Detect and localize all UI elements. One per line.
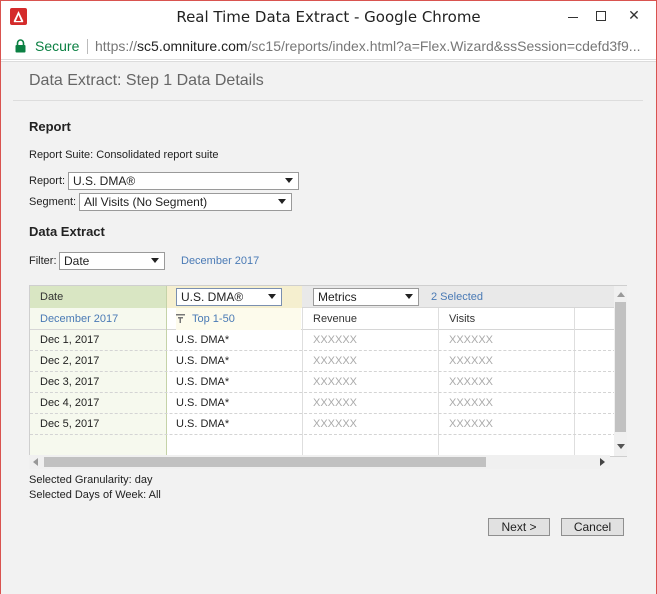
revenue-cell: XXXXXX (313, 334, 358, 346)
grid-subheader-row: December 2017 Top 1-50 Revenue Visits (30, 308, 616, 330)
browser-window: Real Time Data Extract - Google Chrome ✕… (0, 0, 657, 594)
filter-icon (176, 314, 185, 324)
secure-label: Secure (35, 38, 80, 54)
date-cell: Dec 4, 2017 (40, 397, 100, 409)
data-grid: Date U.S. DMA® Metrics 2 Selected Decemb… (29, 285, 627, 457)
scroll-left-icon[interactable] (33, 458, 38, 466)
grid-header-row: Date U.S. DMA® Metrics 2 Selected (30, 286, 616, 308)
date-column-header: Date (30, 286, 166, 308)
scroll-down-icon[interactable] (617, 444, 625, 449)
chevron-down-icon (278, 199, 286, 204)
chevron-down-icon (268, 294, 276, 299)
minimize-icon (568, 17, 578, 18)
dma-cell: U.S. DMA* (176, 334, 230, 346)
segment-select-value: All Visits (No Segment) (84, 195, 208, 209)
vertical-scroll-thumb[interactable] (615, 302, 626, 432)
dma-cell: U.S. DMA* (176, 355, 230, 367)
minimize-button[interactable] (558, 3, 588, 29)
visits-cell: XXXXXX (449, 355, 494, 367)
table-row: Dec 2, 2017 U.S. DMA* XXXXXX XXXXXX (30, 351, 616, 372)
report-label: Report: (29, 175, 66, 187)
date-cell: Dec 3, 2017 (40, 376, 100, 388)
revenue-column-header: Revenue (313, 313, 358, 325)
date-period-header: December 2017 (40, 313, 119, 325)
metrics-select-value: Metrics (318, 290, 357, 304)
date-cell: Dec 2, 2017 (40, 355, 100, 367)
revenue-cell: XXXXXX (313, 418, 358, 430)
maximize-icon (596, 11, 606, 21)
visits-column-header: Visits (449, 313, 476, 325)
close-button[interactable]: ✕ (614, 3, 654, 29)
days-of-week-info: Selected Days of Week: All (29, 489, 161, 501)
close-icon: ✕ (628, 7, 640, 23)
visits-cell: XXXXXX (449, 397, 494, 409)
vertical-scrollbar[interactable] (614, 286, 627, 456)
url-path: /sc15/reports/index.html?a=Flex.Wizard&s… (247, 38, 641, 54)
chevron-down-icon (151, 258, 159, 263)
chevron-down-icon (285, 178, 293, 183)
date-cell: Dec 1, 2017 (40, 334, 100, 346)
scroll-right-icon[interactable] (600, 458, 605, 466)
url-host: sc5.omniture.com (137, 38, 248, 54)
cancel-button[interactable]: Cancel (561, 518, 624, 536)
url-scheme: https:// (95, 38, 138, 54)
title-bar: Real Time Data Extract - Google Chrome ✕ (1, 1, 656, 33)
report-heading: Report (29, 119, 71, 134)
metrics-select[interactable]: Metrics (313, 288, 419, 306)
filter-select[interactable]: Date (59, 252, 165, 270)
scroll-up-icon[interactable] (617, 292, 625, 297)
filter-period-link[interactable]: December 2017 (181, 255, 259, 267)
url-text[interactable]: https://sc5.omniture.com/sc15/reports/in… (95, 38, 655, 54)
revenue-cell: XXXXXX (313, 355, 358, 367)
maximize-button[interactable] (586, 3, 616, 29)
dma-cell: U.S. DMA* (176, 418, 230, 430)
revenue-cell: XXXXXX (313, 376, 358, 388)
dimension-column-header: U.S. DMA® (166, 286, 302, 308)
dma-cell: U.S. DMA* (176, 397, 230, 409)
table-row: Dec 3, 2017 U.S. DMA* XXXXXX XXXXXX (30, 372, 616, 393)
visits-cell: XXXXXX (449, 334, 494, 346)
metrics-selected-link[interactable]: 2 Selected (431, 291, 483, 303)
segment-label: Segment: (29, 196, 77, 208)
filter-label: Filter: (29, 255, 57, 267)
revenue-cell: XXXXXX (313, 397, 358, 409)
chevron-down-icon (405, 294, 413, 299)
granularity-info: Selected Granularity: day (29, 474, 153, 486)
report-suite-label: Report Suite: Consolidated report suite (29, 149, 219, 161)
horizontal-scrollbar[interactable] (29, 455, 610, 469)
dialog-content: Data Extract: Step 1 Data Details Report… (1, 61, 656, 594)
dma-cell: U.S. DMA* (176, 376, 230, 388)
page-title: Data Extract: Step 1 Data Details (29, 72, 264, 89)
data-extract-heading: Data Extract (29, 224, 105, 239)
visits-cell: XXXXXX (449, 376, 494, 388)
table-row: Dec 1, 2017 U.S. DMA* XXXXXX XXXXXX (30, 330, 616, 351)
lock-icon (15, 39, 26, 53)
dimension-select-value: U.S. DMA® (181, 290, 244, 304)
visits-cell: XXXXXX (449, 418, 494, 430)
table-row: Dec 5, 2017 U.S. DMA* XXXXXX XXXXXX (30, 414, 616, 435)
report-select[interactable]: U.S. DMA® (68, 172, 299, 190)
segment-select[interactable]: All Visits (No Segment) (79, 193, 292, 211)
table-row: Dec 4, 2017 U.S. DMA* XXXXXX XXXXXX (30, 393, 616, 414)
address-bar[interactable]: Secure https://sc5.omniture.com/sc15/rep… (1, 33, 656, 60)
next-button[interactable]: Next > (488, 518, 550, 536)
filter-select-value: Date (64, 254, 90, 268)
report-select-value: U.S. DMA® (73, 174, 136, 188)
dimension-top-header[interactable]: Top 1-50 (176, 308, 301, 330)
title-divider (13, 100, 643, 101)
horizontal-scroll-thumb[interactable] (44, 457, 486, 467)
date-cell: Dec 5, 2017 (40, 418, 100, 430)
dimension-top-label: Top 1-50 (192, 313, 235, 325)
address-divider (87, 39, 88, 54)
dimension-select[interactable]: U.S. DMA® (176, 288, 282, 306)
